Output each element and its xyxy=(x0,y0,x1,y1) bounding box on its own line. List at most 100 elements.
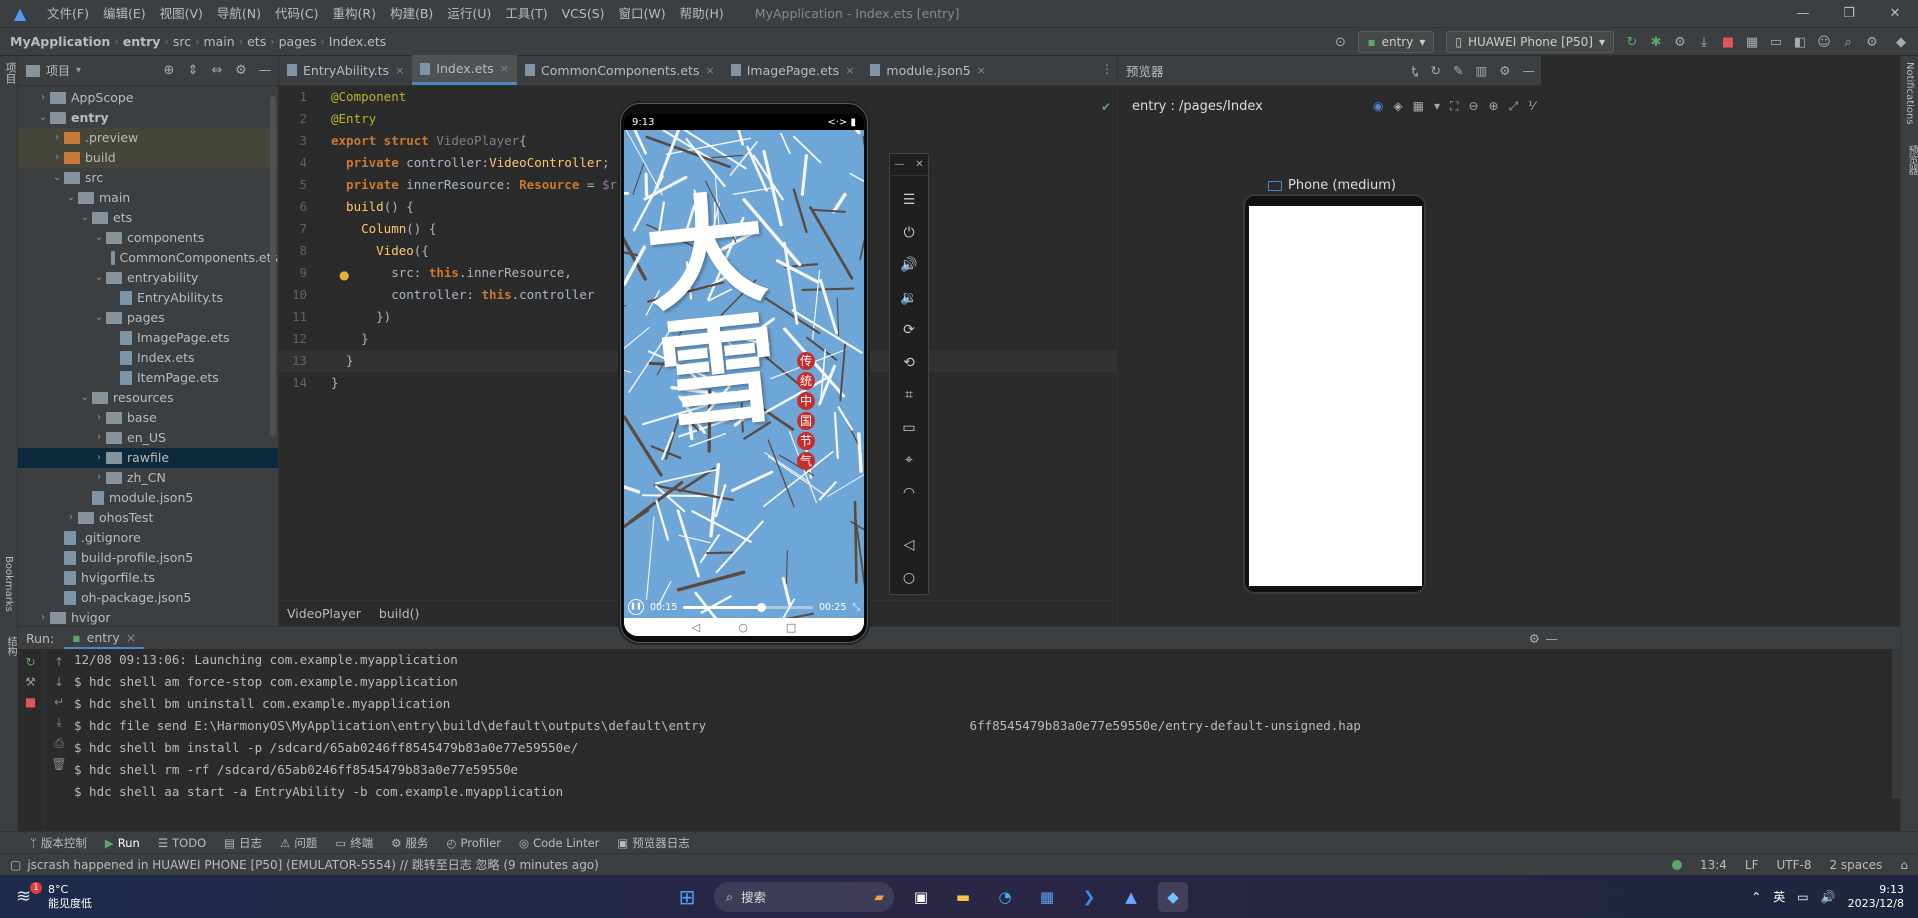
expand-all-icon[interactable]: ⇕ xyxy=(184,63,202,78)
close-icon[interactable]: × xyxy=(977,64,986,77)
grid-icon[interactable]: ▦ xyxy=(1413,99,1424,114)
video-player[interactable]: 大雪 传统中国节气 ❚❚ 00:15 00:25 ⤡ xyxy=(624,130,864,618)
rerun-icon[interactable]: ↻ xyxy=(25,655,35,669)
tree-item[interactable]: ⌄ entryability xyxy=(18,268,278,288)
editor-tab[interactable]: EntryAbility.ts × xyxy=(279,55,412,85)
weather-widget[interactable]: ≋ 1 8°C 能见度低 xyxy=(16,881,92,911)
breadcrumb-method[interactable]: build() xyxy=(379,606,420,621)
layers-icon[interactable]: ◈ xyxy=(1393,99,1402,114)
previewer-tab[interactable]: 预览器 xyxy=(1904,145,1918,175)
editor-tab[interactable]: CommonComponents.ets × xyxy=(517,55,723,85)
wrap-icon[interactable]: ↵ xyxy=(54,695,64,709)
chevron-icon[interactable]: ⌄ xyxy=(36,108,50,128)
menu-item[interactable]: 代码(C) xyxy=(268,0,325,28)
tree-item[interactable]: ⌄ src xyxy=(18,168,278,188)
close-icon[interactable]: × xyxy=(845,64,854,77)
home-icon[interactable]: ○ xyxy=(903,562,915,595)
close-icon[interactable]: × xyxy=(705,64,714,77)
start-icon[interactable]: ⊞ xyxy=(672,882,702,912)
sdk-icon[interactable]: ◧ xyxy=(1788,35,1812,50)
crumb-item[interactable]: main xyxy=(199,34,238,49)
trash-icon[interactable]: 🗑 xyxy=(51,757,66,771)
console-scrollbar[interactable] xyxy=(1892,649,1900,799)
menu-item[interactable]: 窗口(W) xyxy=(612,0,673,28)
nav-recent-icon[interactable]: □ xyxy=(786,621,796,634)
tool-tab[interactable]: ◎ Code Linter xyxy=(519,836,599,850)
tree-item[interactable]: › .preview xyxy=(18,128,278,148)
chevron-icon[interactable]: ⌄ xyxy=(78,208,92,228)
line-separator[interactable]: LF xyxy=(1745,858,1759,872)
refresh-icon[interactable]: ↻ xyxy=(1431,63,1441,79)
brush-icon[interactable]: ✎ xyxy=(1453,63,1463,79)
restore-icon[interactable]: ❐ xyxy=(1826,0,1872,28)
chevron-down-icon[interactable]: ▾ xyxy=(1434,99,1440,114)
tree-item[interactable]: ⌄ components xyxy=(18,228,278,248)
menu-item[interactable]: 导航(N) xyxy=(210,0,268,28)
volume-icon[interactable]: 🔊 xyxy=(1821,890,1836,904)
tree-item[interactable]: ImagePage.ets xyxy=(18,328,278,348)
tool-tab[interactable]: ▣ 预览器日志 xyxy=(617,835,689,851)
crumb-item[interactable]: MyApplication xyxy=(6,34,114,49)
menu-item[interactable]: 视图(V) xyxy=(153,0,210,28)
chevron-icon[interactable]: ⌄ xyxy=(92,268,106,288)
expand-icon[interactable]: ⤢ xyxy=(1509,99,1519,114)
file-explorer-icon[interactable]: ▬ xyxy=(948,882,978,912)
pause-icon[interactable]: ❚❚ xyxy=(628,599,644,615)
tree-item[interactable]: ⌄ entry xyxy=(18,108,278,128)
ime-indicator[interactable]: 英 xyxy=(1773,888,1785,905)
up-icon[interactable]: ↑ xyxy=(54,655,64,669)
menu-item[interactable]: 重构(R) xyxy=(326,0,383,28)
crumb-item[interactable]: pages xyxy=(275,34,321,49)
menu-item[interactable]: 文件(F) xyxy=(40,0,96,28)
stop-icon[interactable]: ■ xyxy=(1716,35,1740,50)
close-icon[interactable]: ✕ xyxy=(915,159,923,170)
chevron-icon[interactable]: › xyxy=(92,468,106,488)
gear-icon[interactable]: ⚙ xyxy=(1529,631,1540,646)
tool-tab[interactable]: ◴ Profiler xyxy=(447,836,502,850)
menu-item[interactable]: 工具(T) xyxy=(498,0,554,28)
breadcrumb-struct[interactable]: VideoPlayer xyxy=(287,606,361,621)
tree-item[interactable]: hvigorfile.ts xyxy=(18,568,278,588)
print-icon[interactable]: ⎙ xyxy=(54,736,64,751)
close-icon[interactable]: × xyxy=(500,62,509,75)
harmony-icon[interactable]: ◆ xyxy=(1884,35,1918,50)
volume-down-icon[interactable]: 🔉 xyxy=(900,281,917,314)
tool-tab[interactable]: ▶ Run xyxy=(105,836,140,850)
battery-icon[interactable]: ▭ xyxy=(902,411,915,444)
tree-item[interactable]: ⌄ pages xyxy=(18,308,278,328)
tree-item[interactable]: EntryAbility.ts xyxy=(18,288,278,308)
bulb-icon[interactable]: ● xyxy=(339,268,349,282)
menu-icon[interactable]: ☰ xyxy=(903,184,916,217)
chevron-icon[interactable]: › xyxy=(36,608,50,628)
tool-tab[interactable]: ▤ 日志 xyxy=(224,835,262,851)
locate-icon[interactable]: ⊕ xyxy=(160,63,178,78)
project-tool-tab[interactable]: 项目 xyxy=(2,62,18,84)
progress-knob[interactable] xyxy=(757,602,767,612)
run-tab[interactable]: ▪ entry × xyxy=(64,627,145,649)
deveco-icon[interactable]: ▲ xyxy=(1116,882,1146,912)
tree-item[interactable]: › en_US xyxy=(18,428,278,448)
tray-expand-icon[interactable]: ⌃ xyxy=(1751,890,1761,904)
tree-item[interactable]: ⌄ main xyxy=(18,188,278,208)
chevron-icon[interactable]: ⌄ xyxy=(92,308,106,328)
menu-item[interactable]: VCS(S) xyxy=(555,0,612,28)
chevron-icon[interactable]: › xyxy=(92,428,106,448)
project-title[interactable]: 项目 xyxy=(46,62,70,79)
tree-item[interactable]: CommonComponents.ets xyxy=(18,248,278,268)
close-icon[interactable]: × xyxy=(126,630,136,645)
close-icon[interactable]: ✕ xyxy=(1872,0,1918,28)
hide-icon[interactable]: — xyxy=(1546,631,1559,646)
task-view-icon[interactable]: ▣ xyxy=(906,882,936,912)
tree-item[interactable]: build-profile.json5 xyxy=(18,548,278,568)
chevron-icon[interactable]: › xyxy=(36,88,50,108)
chevron-icon[interactable]: ⌄ xyxy=(78,388,92,408)
file-encoding[interactable]: UTF-8 xyxy=(1776,858,1811,872)
editor-tab[interactable]: module.json5 × xyxy=(862,55,994,85)
tree-item[interactable]: .gitignore xyxy=(18,528,278,548)
clock[interactable]: 9:13 2023/12/8 xyxy=(1848,883,1904,911)
zoom-in-icon[interactable]: ⊕ xyxy=(1489,99,1499,114)
tree-item[interactable]: › AppScope xyxy=(18,88,278,108)
menu-item[interactable]: 编辑(E) xyxy=(96,0,153,28)
build-icon[interactable]: ▦ xyxy=(1740,35,1764,50)
rerun-icon[interactable]: ↻ xyxy=(1620,35,1644,50)
